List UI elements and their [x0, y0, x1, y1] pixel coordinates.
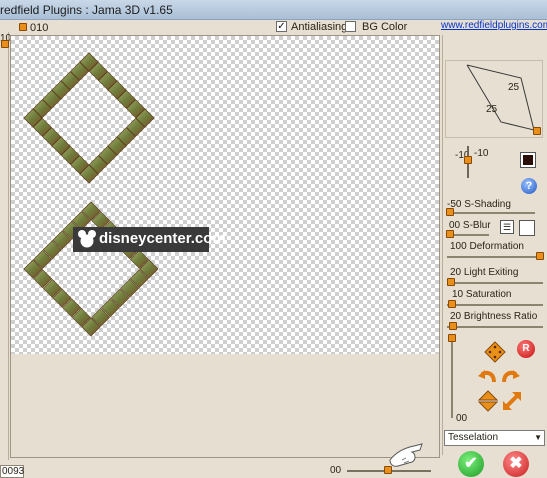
antialiasing-label: Antialiasing [291, 21, 348, 33]
slider-saturation-value: 10 [452, 289, 464, 300]
position-field[interactable]: 0093 [0, 465, 24, 478]
tile-mode-selected: Tesselation [448, 432, 499, 443]
shape-angle-bottom: 25 [486, 104, 498, 115]
ok-button[interactable]: ✔ [458, 451, 484, 477]
antialiasing-checkbox[interactable]: ✓ [276, 21, 287, 32]
slider-brightness-ratio-value: 20 [450, 311, 462, 322]
panel-divider [442, 35, 443, 455]
help-icon[interactable]: ? [521, 178, 537, 194]
shape-corner-handle[interactable] [533, 127, 541, 135]
title-bar: redfield Plugins : Jama 3D v1.65 [0, 0, 547, 20]
frame-bottom [23, 201, 159, 337]
slider-light-exiting-track[interactable] [447, 282, 543, 284]
slider-deformation-value: 100 [450, 241, 467, 252]
mouse-ears-icon [78, 230, 96, 248]
slider-s-shading-name: S-Shading [464, 199, 511, 210]
cancel-button[interactable]: ✖ [503, 451, 529, 477]
slider-deformation-track[interactable] [447, 256, 543, 258]
slider-s-shading-track[interactable] [447, 212, 535, 214]
rotate-right-icon[interactable] [500, 366, 522, 388]
slider-saturation-label: 10 Saturation [452, 289, 512, 300]
window-title: redfield Plugins : Jama 3D v1.65 [0, 3, 173, 17]
frame-preview-image [23, 52, 159, 337]
slider-saturation-name: Saturation [465, 289, 512, 300]
slider-light-exiting-value: 20 [450, 267, 462, 278]
slider-light-exiting-handle[interactable] [447, 278, 455, 286]
rotation-slider-handle[interactable] [464, 156, 472, 164]
hand-pointer-icon [389, 443, 423, 467]
slider-s-blur-name: S-Blur [462, 220, 491, 231]
slider-brightness-ratio-handle[interactable] [449, 322, 457, 330]
vertical-slider-value: 00 [456, 413, 468, 424]
slider-s-blur-handle[interactable] [446, 230, 454, 238]
slider-brightness-ratio-name: Brightness Ratio [463, 311, 538, 322]
top-slider-value: 010 [30, 22, 49, 34]
top-slider-handle[interactable] [19, 23, 27, 31]
website-link[interactable]: www.redfieldplugins.com [441, 20, 547, 31]
blur-mode-icon[interactable]: ☰ [500, 220, 514, 234]
bg-color-label: BG Color [362, 21, 408, 33]
slider-brightness-ratio-label: 20 Brightness Ratio [450, 311, 537, 322]
watermark-text: disneycenter.com [99, 230, 226, 247]
slider-deformation-name: Deformation [469, 241, 524, 252]
color-swatch[interactable] [520, 152, 536, 168]
slider-saturation-handle[interactable] [448, 300, 456, 308]
zoom-value: 00 [330, 465, 342, 476]
shape-preview-lines [466, 64, 535, 131]
vertical-slider-track[interactable] [451, 334, 453, 418]
slider-deformation-handle[interactable] [536, 252, 544, 260]
bg-color-checkbox[interactable] [345, 21, 356, 32]
left-ruler-handle[interactable] [1, 40, 9, 48]
resize-diagonal-icon[interactable] [501, 390, 523, 412]
flip-vertical-icon[interactable] [477, 390, 499, 412]
chevron-down-icon: ▼ [534, 433, 542, 442]
slider-deformation-label: 100 Deformation [450, 241, 524, 252]
slider-light-exiting-name: Light Exiting [463, 267, 519, 278]
slider-brightness-ratio-track[interactable] [447, 326, 543, 328]
slider-saturation-track[interactable] [447, 304, 543, 306]
random-dice-icon[interactable] [484, 341, 506, 363]
reset-icon[interactable]: R [517, 340, 535, 358]
left-ruler [0, 32, 9, 460]
rotate-left-icon[interactable] [476, 366, 498, 388]
slider-light-exiting-label: 20 Light Exiting [450, 267, 518, 278]
vertical-slider-handle[interactable] [448, 334, 456, 342]
slider-s-shading-label: -50 S-Shading [447, 199, 511, 210]
color-swatch-fill [523, 155, 533, 165]
tile-mode-select[interactable]: Tesselation ▼ [444, 430, 545, 446]
rotation-value-b: -10 [474, 148, 489, 159]
slider-s-blur-label: 00 S-Blur [449, 220, 491, 231]
frame-top [23, 52, 155, 184]
blur-color-box[interactable] [519, 220, 535, 236]
shape-angle-top: 25 [508, 82, 520, 93]
slider-s-shading-handle[interactable] [446, 208, 454, 216]
